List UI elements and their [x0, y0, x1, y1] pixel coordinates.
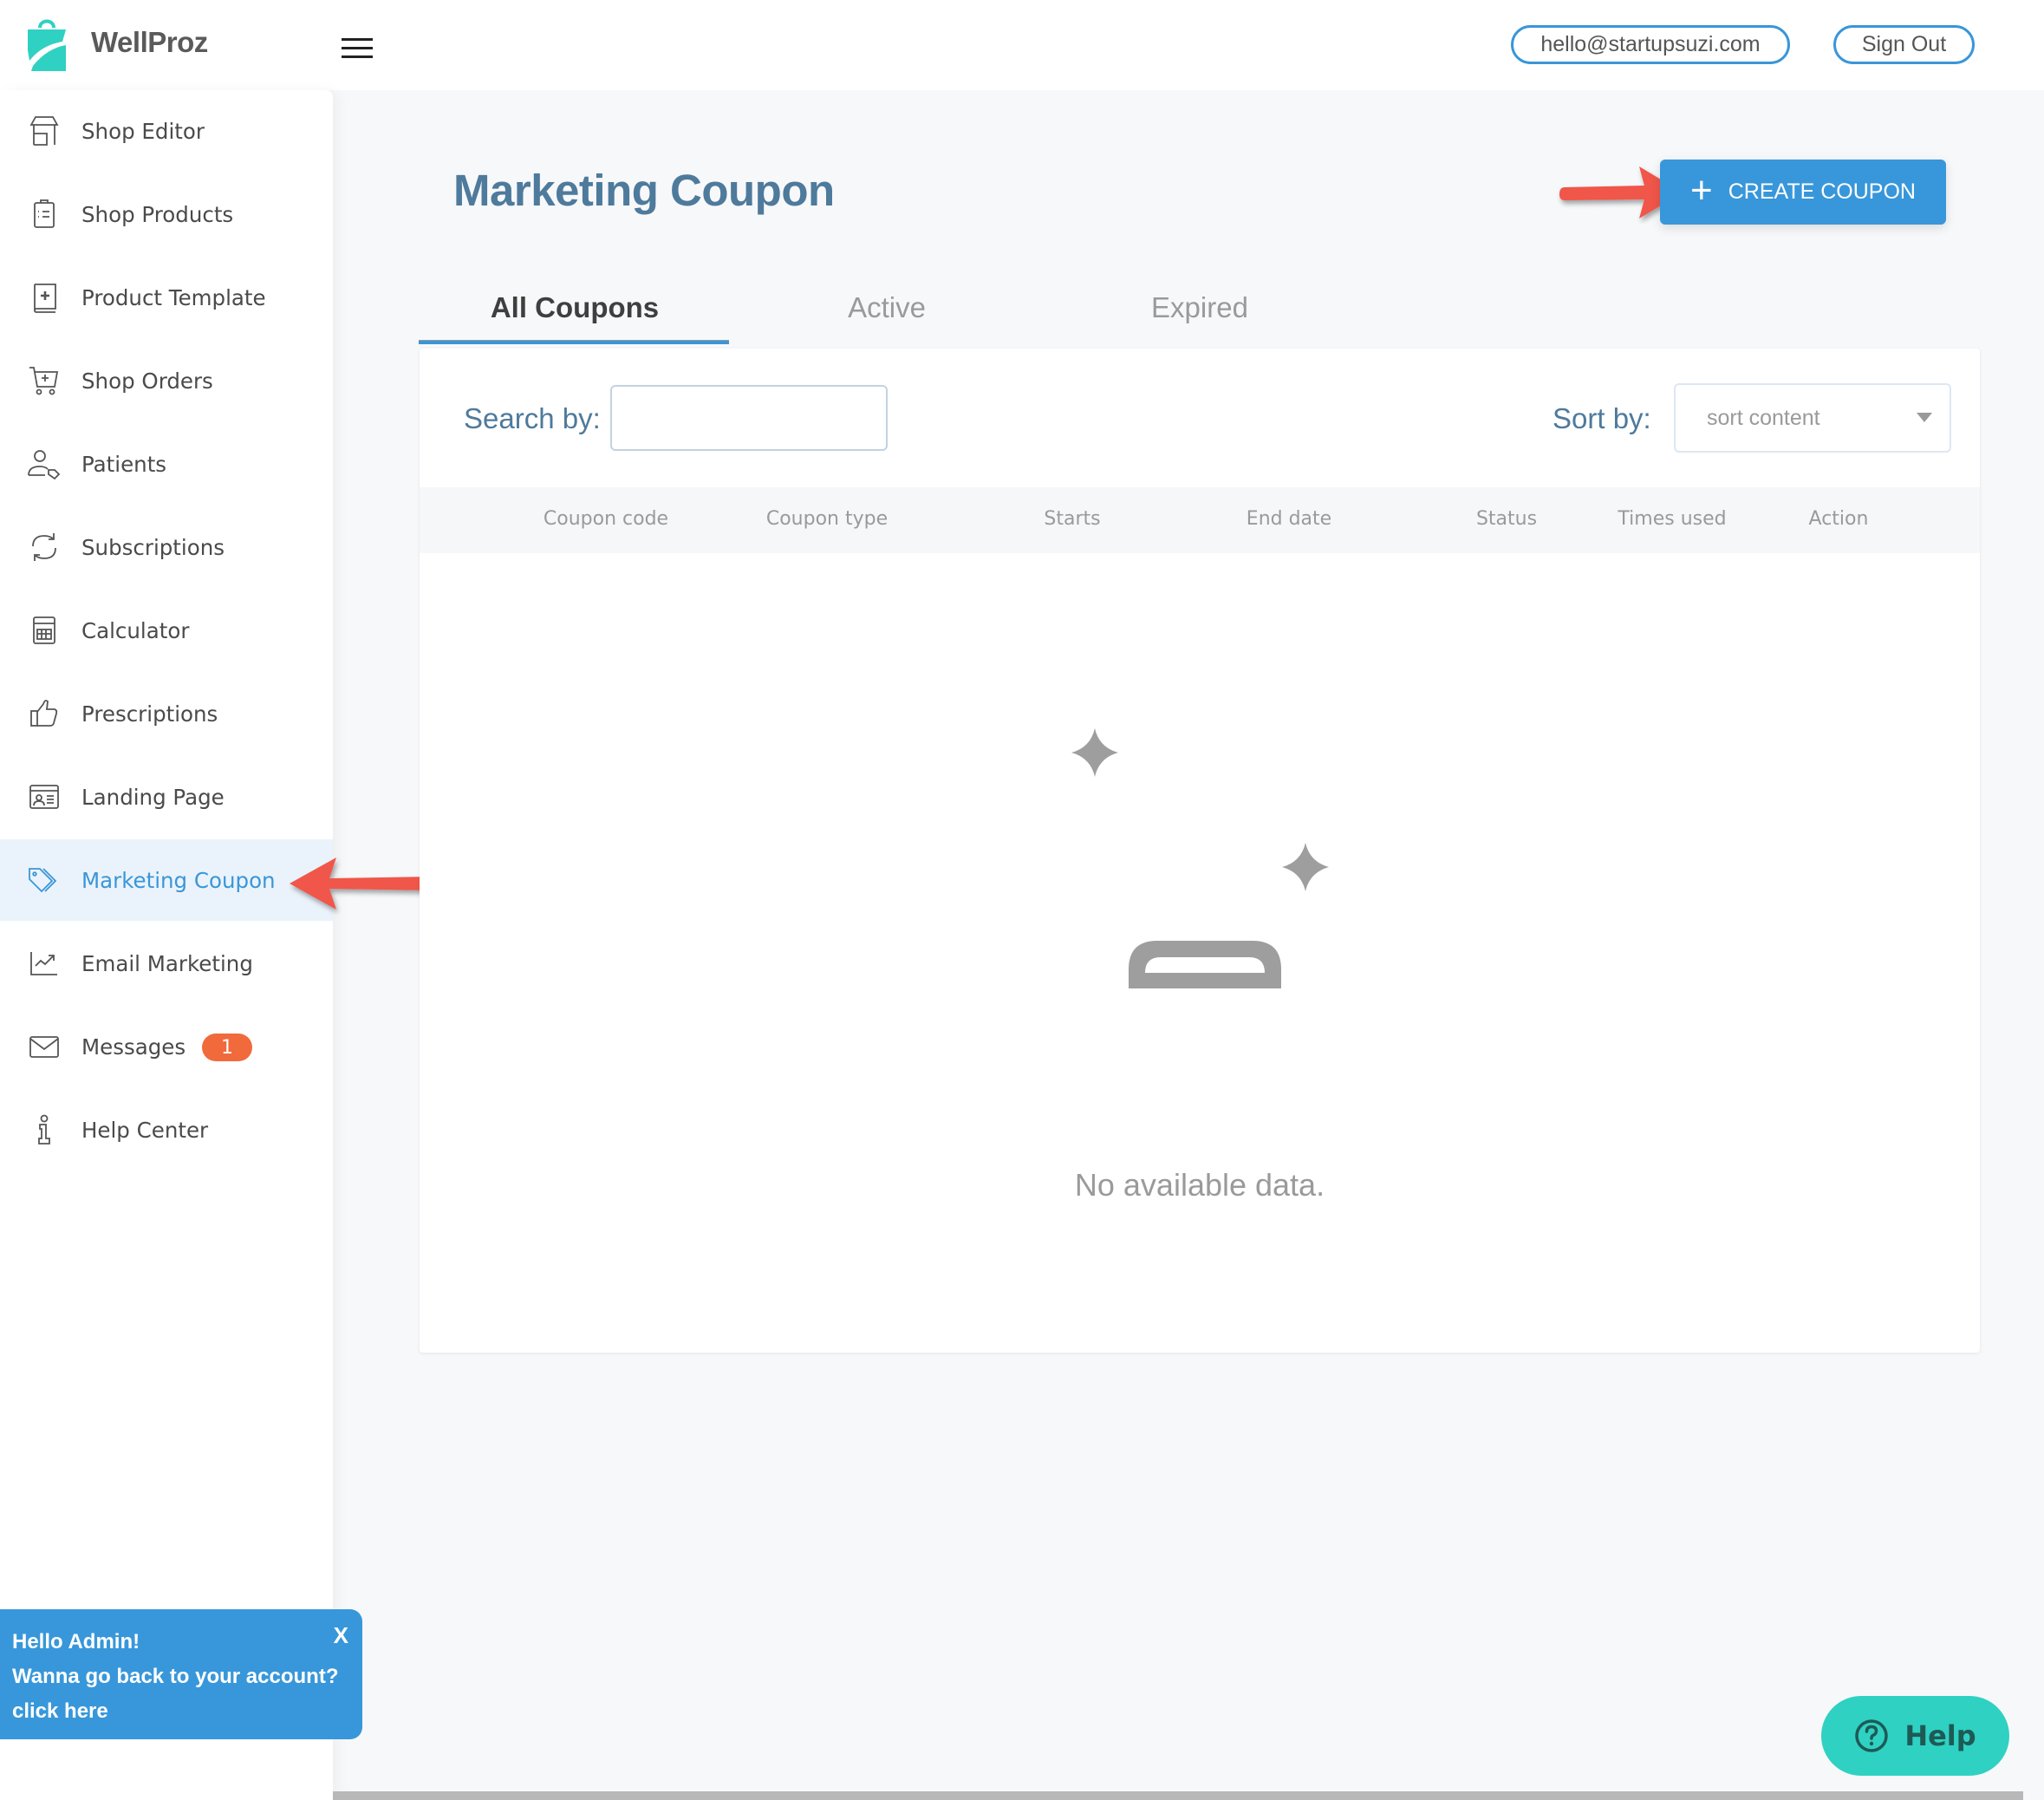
- sidebar-item-email-marketing[interactable]: Email Marketing: [0, 923, 333, 1004]
- sidebar-item-marketing-coupon[interactable]: Marketing Coupon: [0, 839, 333, 921]
- active-tab-indicator: [419, 340, 729, 344]
- cart-plus-icon: [26, 362, 62, 399]
- column-header-coupon-code[interactable]: Coupon code: [544, 508, 668, 530]
- column-header-starts[interactable]: Starts: [1044, 508, 1100, 530]
- book-plus-icon: [26, 279, 62, 316]
- column-header-status[interactable]: Status: [1476, 508, 1537, 530]
- help-label: Help: [1904, 1719, 1976, 1752]
- table-header: Coupon code Coupon type Starts End date …: [420, 487, 1980, 553]
- horizontal-scrollbar[interactable]: [333, 1791, 2023, 1800]
- top-header: WellProz hello@startupsuzi.com Sign Out: [0, 0, 2044, 90]
- sidebar-item-help-center[interactable]: Help Center: [0, 1089, 333, 1171]
- sidebar-item-landing-page[interactable]: Landing Page: [0, 756, 333, 838]
- create-coupon-button[interactable]: + CREATE COUPON: [1660, 160, 1946, 225]
- column-header-end-date[interactable]: End date: [1247, 508, 1331, 530]
- coupons-card: Search by: Sort by: sort content Coupon …: [420, 349, 1980, 1353]
- sidebar-item-calculator[interactable]: Calculator: [0, 590, 333, 671]
- sidebar-item-patients[interactable]: Patients: [0, 423, 333, 505]
- sidebar-item-subscriptions[interactable]: Subscriptions: [0, 506, 333, 588]
- calculator-icon: [26, 612, 62, 649]
- sidebar-item-shop-orders[interactable]: Shop Orders: [0, 340, 333, 421]
- admin-switch-toast: Hello Admin! Wanna go back to your accou…: [0, 1609, 362, 1739]
- account-email-button[interactable]: hello@startupsuzi.com: [1511, 25, 1790, 64]
- sort-select[interactable]: sort content: [1674, 383, 1951, 453]
- sparkle-icon: [1071, 728, 1118, 777]
- sort-select-value: sort content: [1707, 406, 1820, 430]
- wellproz-logo-icon: [28, 19, 66, 71]
- column-header-coupon-type[interactable]: Coupon type: [766, 508, 888, 530]
- question-circle-icon: [1855, 1719, 1889, 1752]
- toast-click-here-link[interactable]: click here: [12, 1694, 362, 1729]
- sidebar-item-prescriptions[interactable]: Prescriptions: [0, 673, 333, 754]
- sparkle-icon: [1282, 843, 1329, 891]
- column-header-action: Action: [1808, 508, 1869, 530]
- sort-label: Sort by:: [1553, 402, 1651, 434]
- chevron-down-icon: [1917, 413, 1932, 422]
- clipboard-list-icon: [26, 196, 62, 232]
- create-coupon-label: CREATE COUPON: [1728, 179, 1916, 204]
- info-icon: [26, 1112, 62, 1148]
- sidebar: Shop Editor Shop Products Product Templa…: [0, 90, 333, 1800]
- annotation-arrow-left-icon: [290, 858, 439, 910]
- thumbs-up-icon: [26, 695, 62, 732]
- tab-expired[interactable]: Expired: [1044, 291, 1356, 324]
- search-input[interactable]: [610, 385, 888, 451]
- refresh-icon: [26, 529, 62, 565]
- chart-line-icon: [26, 945, 62, 982]
- tags-icon: [26, 862, 62, 898]
- storefront-icon: [26, 113, 62, 149]
- sign-out-button[interactable]: Sign Out: [1833, 25, 1975, 64]
- sidebar-item-messages[interactable]: Messages 1: [0, 1006, 333, 1087]
- envelope-icon: [26, 1028, 62, 1065]
- tab-active[interactable]: Active: [731, 291, 1043, 324]
- brand-name: WellProz: [91, 26, 208, 58]
- page-title: Marketing Coupon: [453, 166, 835, 215]
- plus-icon: +: [1690, 168, 1713, 212]
- sidebar-item-shop-editor[interactable]: Shop Editor: [0, 90, 333, 172]
- column-header-times-used[interactable]: Times used: [1618, 508, 1726, 530]
- help-button[interactable]: Help: [1821, 1696, 2009, 1776]
- hamburger-menu-icon[interactable]: [342, 38, 373, 61]
- toast-greeting: Hello Admin!: [12, 1630, 140, 1653]
- user-tag-icon: [26, 446, 62, 482]
- sidebar-item-shop-products[interactable]: Shop Products: [0, 173, 333, 255]
- toast-message: Wanna go back to your account?: [12, 1665, 339, 1688]
- toast-close-button[interactable]: X: [334, 1618, 348, 1653]
- empty-state-text: No available data.: [1074, 1167, 1325, 1203]
- tab-all-coupons[interactable]: All Coupons: [419, 291, 731, 324]
- unread-messages-badge: 1: [202, 1034, 252, 1061]
- empty-tray-icon: [1129, 941, 1281, 988]
- sidebar-item-product-template[interactable]: Product Template: [0, 257, 333, 338]
- id-card-icon: [26, 779, 62, 815]
- empty-state-illustration-icon: [1071, 728, 1329, 988]
- search-label: Search by:: [464, 402, 601, 434]
